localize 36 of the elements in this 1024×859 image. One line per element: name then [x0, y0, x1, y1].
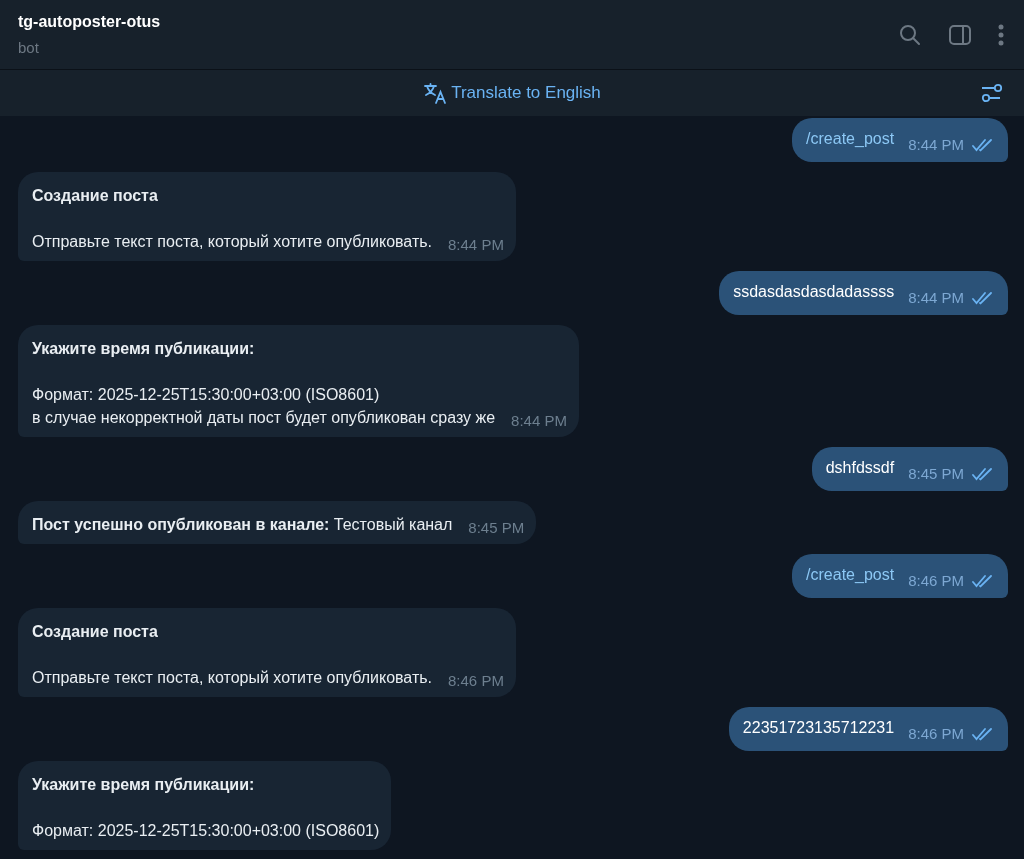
- chat-status: bot: [18, 37, 40, 58]
- message-text: Создание поста: [32, 186, 159, 206]
- bot-command-link[interactable]: /create_post: [806, 565, 895, 585]
- bot-command-link[interactable]: /create_post: [806, 129, 895, 149]
- message-text: Отправьте текст поста, который хотите опубликовать.: [32, 668, 432, 688]
- message-text: Укажите время публикации:: [32, 339, 256, 359]
- message-text: Отправьте текст поста, который хотите опубликовать.: [32, 232, 432, 252]
- search-icon[interactable]: [898, 22, 922, 47]
- message-time: 8:46 PM: [908, 726, 964, 742]
- message-time: 8:44 PM: [908, 290, 964, 306]
- more-icon[interactable]: [998, 23, 1004, 46]
- double-check-icon: [972, 574, 994, 588]
- message-text: Укажите время публикации:: [32, 775, 256, 795]
- double-check-icon: [972, 467, 994, 481]
- message-time: 8:44 PM: [448, 237, 504, 253]
- message-time: 8:46 PM: [448, 673, 504, 689]
- message-text: Пост успешно опубликован в канале: Тестовый канал: [32, 515, 453, 535]
- message-text: Формат: 2025-12-25T15:30:00+03:00 (ISO8601) в случае некорректной даты пост будет опубликован сразу же: [32, 385, 496, 428]
- message-text: Формат: 2025-12-25T15:30:00+03:00 (ISO8601): [32, 821, 380, 841]
- message-time: 8:46 PM: [908, 573, 964, 589]
- translate-icon: [423, 82, 448, 104]
- message-time: 8:44 PM: [511, 413, 567, 429]
- side-panel-icon[interactable]: [948, 23, 972, 46]
- message-time: 8:44 PM: [908, 137, 964, 153]
- translate-button[interactable]: Translate to English: [423, 80, 601, 106]
- double-check-icon: [972, 727, 994, 741]
- message-text: Создание поста: [32, 622, 159, 642]
- filter-settings-icon[interactable]: [980, 82, 1004, 104]
- message-text: dshfdssdf: [825, 458, 895, 478]
- message-time: 8:45 PM: [908, 466, 964, 482]
- message-time: 8:45 PM: [468, 520, 525, 536]
- double-check-icon: [972, 138, 994, 152]
- message-text: ssdasdasdasdadassss: [733, 282, 895, 302]
- double-check-icon: [972, 291, 994, 305]
- message-text: 22351723135712231: [742, 718, 895, 738]
- chat-title: tg-autoposter-otus: [18, 11, 161, 32]
